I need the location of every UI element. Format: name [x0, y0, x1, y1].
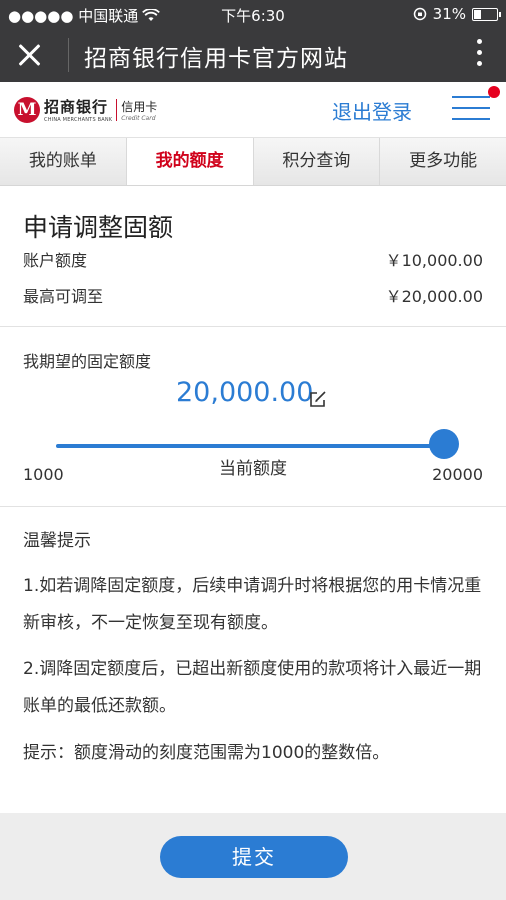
notification-dot — [488, 86, 500, 98]
title-divider — [68, 38, 69, 72]
tab-bar: 我的账单 我的额度 积分查询 更多功能 — [0, 138, 506, 186]
cmb-logo-icon: M — [14, 96, 40, 123]
tip-item: 1.如若调降固定额度，后续申请调升时将根据您的用卡情况重新审核，不一定恢复至现有… — [23, 576, 482, 633]
submit-button[interactable]: 提交 — [160, 836, 348, 878]
battery-icon — [472, 7, 501, 21]
bank-logo: M 招商银行 CHINA MERCHANTS BANK 信用卡 Credit C… — [14, 96, 157, 123]
rotation-lock-icon — [413, 7, 426, 21]
account-limit-label: 账户额度 — [23, 251, 88, 270]
limit-summary-section: 申请调整固额 账户额度 ￥10,000.00 最高可调至 ￥20,000.00 — [0, 186, 506, 327]
max-adjust-label: 最高可调至 — [23, 287, 104, 306]
tab-more-functions[interactable]: 更多功能 — [380, 138, 506, 185]
account-limit-value: ￥10,000.00 — [385, 251, 483, 270]
card-en: Credit Card — [121, 114, 156, 122]
max-adjust-value: ￥20,000.00 — [385, 287, 483, 306]
desired-limit-section: 我期望的固定额度 20,000.00 1000 当前额度 20000 — [0, 327, 506, 507]
logo-text: 招商银行 CHINA MERCHANTS BANK — [44, 96, 112, 123]
bottom-bar: 提交 — [0, 813, 506, 900]
desired-limit-label: 我期望的固定额度 — [23, 352, 152, 371]
tip-item: 2.调降固定额度后，已超出新额度使用的款项将计入最近一期账单的最低还款额。 — [23, 659, 482, 716]
status-bar: ●●●●● 中国联通 下午6:30 31% — [0, 0, 506, 28]
logout-link[interactable]: 退出登录 — [332, 96, 412, 125]
title-bar: 招商银行信用卡官方网站 — [0, 28, 506, 82]
status-right: 31% — [413, 5, 501, 23]
tips-title: 温馨提示 — [23, 531, 91, 551]
logo-divider — [116, 98, 118, 121]
max-adjust-row: 最高可调至 ￥20,000.00 — [23, 283, 483, 307]
card-cn: 信用卡 — [121, 99, 158, 114]
tip-item: 提示：额度滑动的刻度范围需为1000的整数倍。 — [23, 743, 390, 763]
battery-fill — [474, 9, 481, 19]
tab-my-bill[interactable]: 我的账单 — [0, 138, 127, 185]
current-limit-label: 当前额度 — [219, 459, 287, 479]
hamburger-menu-icon[interactable] — [452, 96, 490, 124]
page-title: 招商银行信用卡官方网站 — [84, 46, 348, 72]
logo-en: CHINA MERCHANTS BANK — [44, 117, 113, 123]
edit-icon[interactable] — [309, 390, 327, 408]
logo-cn: 招商银行 — [44, 98, 109, 116]
more-menu-icon[interactable] — [474, 39, 484, 71]
credit-card-label: 信用卡 Credit Card — [121, 98, 157, 122]
tab-my-limit[interactable]: 我的额度 — [126, 138, 254, 185]
account-limit-row: 账户额度 ￥10,000.00 — [23, 247, 483, 271]
desired-limit-amount[interactable]: 20,000.00 — [176, 377, 313, 408]
battery-percent: 31% — [432, 5, 466, 23]
section-heading: 申请调整固额 — [23, 213, 174, 242]
slider-track[interactable] — [56, 444, 444, 448]
tips-section: 温馨提示 1.如若调降固定额度，后续申请调升时将根据您的用卡情况重新审核，不一定… — [0, 507, 506, 813]
close-icon[interactable] — [14, 40, 44, 70]
slider-max-label: 20000 — [432, 465, 483, 484]
tab-points-query[interactable]: 积分查询 — [253, 138, 381, 185]
brand-bar: M 招商银行 CHINA MERCHANTS BANK 信用卡 Credit C… — [0, 82, 506, 138]
